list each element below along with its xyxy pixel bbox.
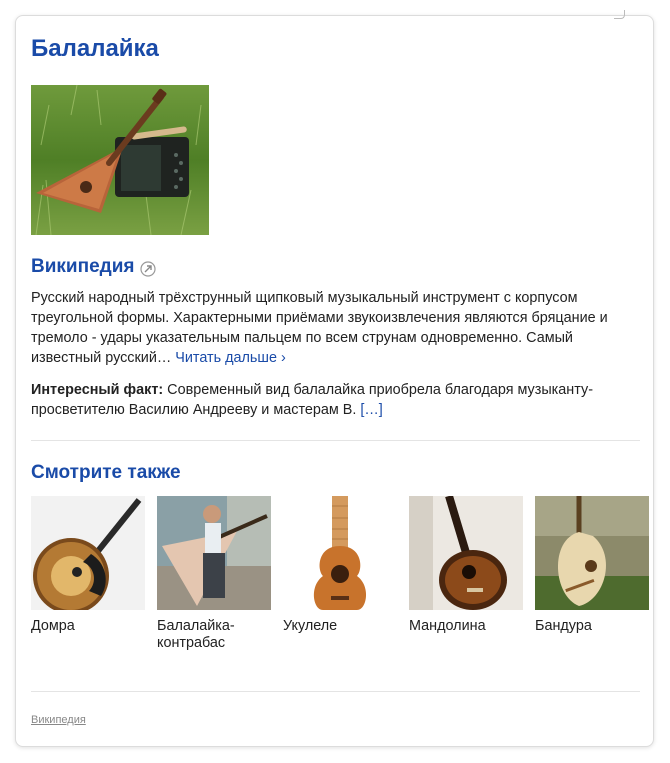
external-link-icon[interactable] [140,261,157,277]
related-thumb-domra[interactable] [31,496,145,610]
related-item-domra[interactable]: Домра [31,496,145,652]
related-thumb-ukulele[interactable] [283,496,397,610]
footer-source-link[interactable]: Википедия [31,714,86,726]
knowledge-panel-card: Балалайка Википедия Русский народный трё… [15,10,654,747]
related-label-mandolin[interactable]: Мандолина [409,618,523,635]
related-label-ukulele[interactable]: Укулеле [283,618,397,635]
related-item-mandolin[interactable]: Мандолина [409,496,523,652]
panel-title: Балалайка [31,35,159,62]
related-thumb-bandura[interactable] [535,496,649,610]
description: Русский народный трёхструнный щипковый м… [31,288,637,368]
related-thumb-mandolin[interactable] [409,496,523,610]
source-heading: Википедия [31,256,157,278]
related-thumb-contrabass-balalaika[interactable] [157,496,271,610]
fact-label: Интересный факт: [31,382,164,398]
related-item-contrabass-balalaika[interactable]: Балалайка-контрабас [157,496,271,652]
card-corner-decoration [614,10,625,19]
source-link[interactable]: Википедия [31,256,134,278]
main-image[interactable] [31,85,209,235]
read-more-link[interactable]: Читать дальше › [175,350,285,366]
interesting-fact: Интересный факт: Современный вид балалай… [31,380,637,420]
related-item-bandura[interactable]: Бандура [535,496,649,652]
see-also-title: Смотрите также [31,462,181,483]
related-label-domra[interactable]: Домра [31,618,145,635]
fact-more-link[interactable]: […] [360,402,382,418]
divider [31,691,640,692]
related-label-bandura[interactable]: Бандура [535,618,649,635]
related-label-contrabass-balalaika[interactable]: Балалайка-контрабас [157,618,271,652]
related-item-ukulele[interactable]: Укулеле [283,496,397,652]
description-text: Русский народный трёхструнный щипковый м… [31,290,608,366]
see-also-list: Домра Балалайка-контрабас Укулеле Мандол… [31,496,649,652]
divider [31,440,640,441]
